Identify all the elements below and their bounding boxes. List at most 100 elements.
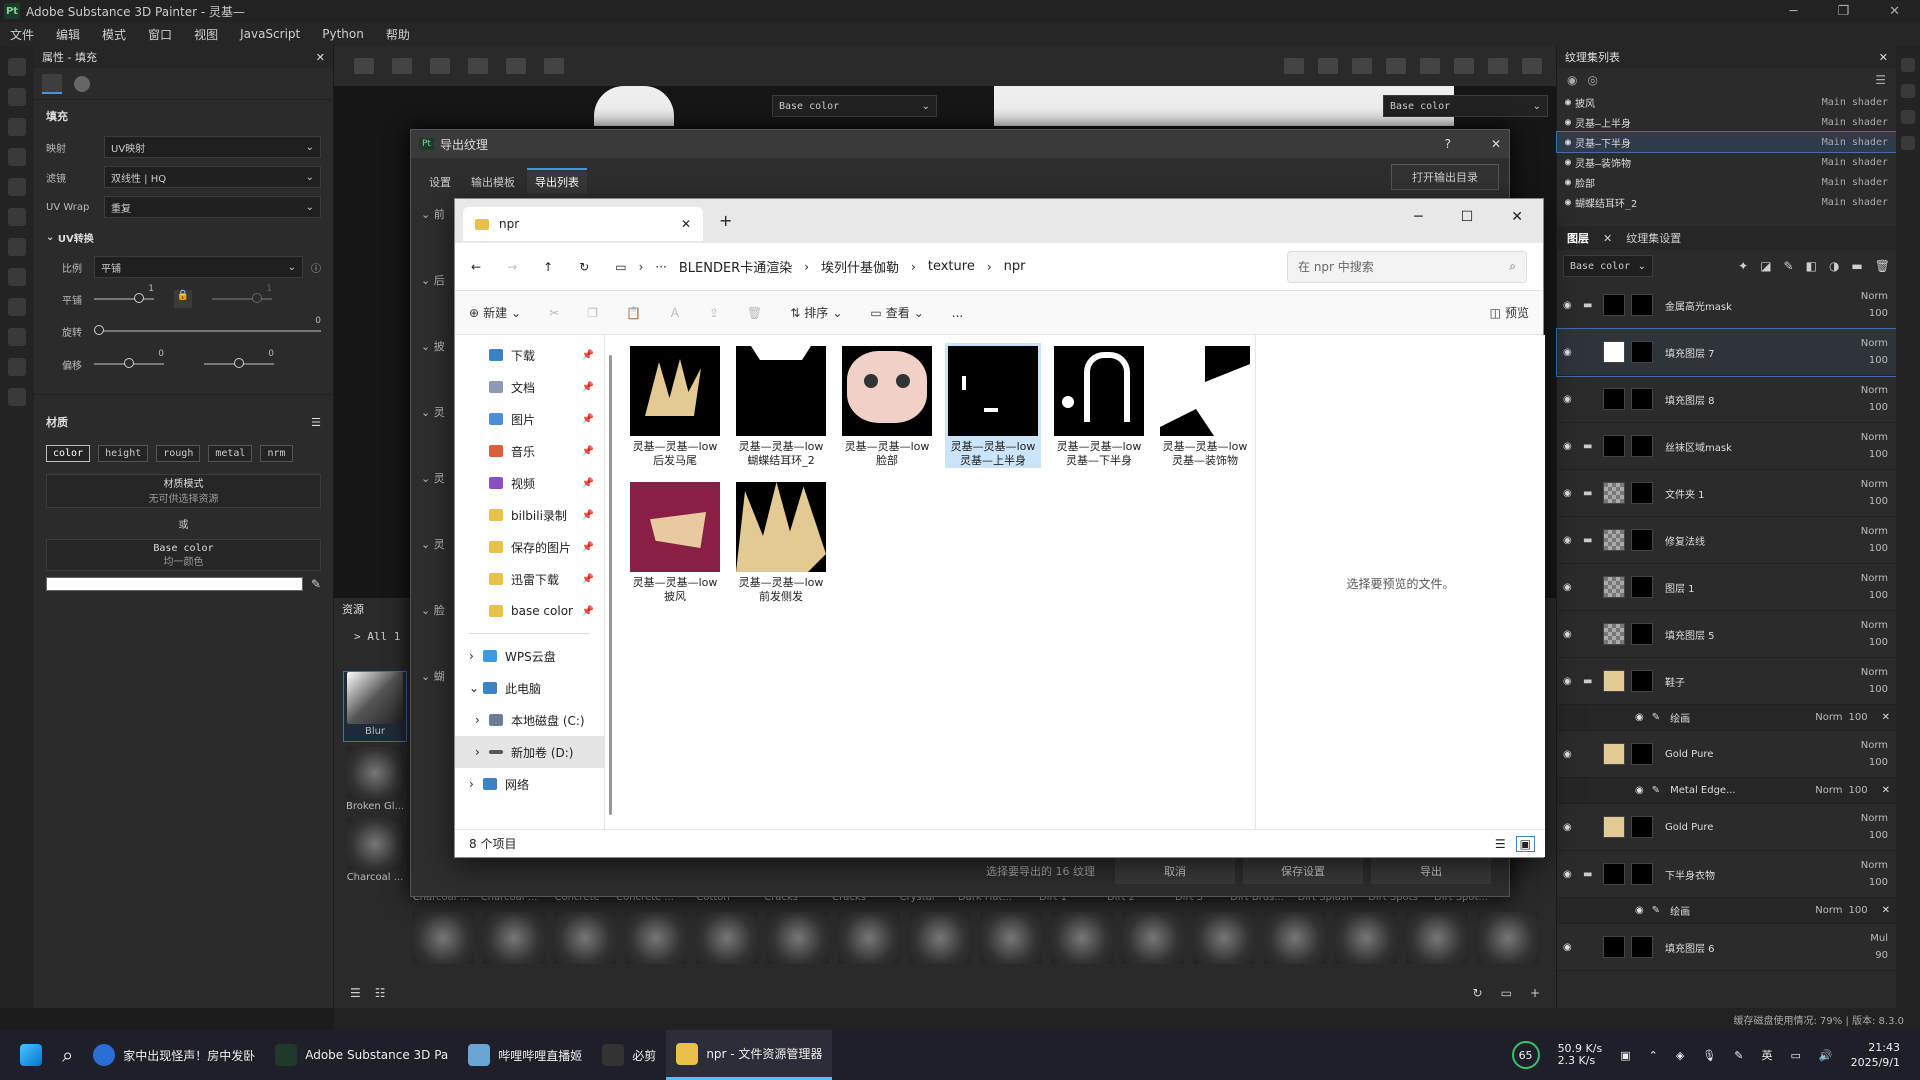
tile-slider-2[interactable] <box>212 293 272 303</box>
menu-window[interactable]: 窗口 <box>148 26 172 43</box>
layer-opacity[interactable]: 100 <box>1861 352 1888 369</box>
nav-quick-item[interactable]: 迅雷下载 📌 <box>455 563 604 595</box>
preview-button[interactable]: ◫ 预览 <box>1490 304 1529 321</box>
info-icon[interactable]: ⓘ <box>311 260 321 275</box>
temperature-badge[interactable]: 65 <box>1511 1041 1540 1069</box>
folder-icon[interactable]: ▬ <box>1851 259 1862 273</box>
brush-broken-glass[interactable]: Broken Gl... <box>344 747 406 812</box>
close-icon[interactable]: ✕ <box>1603 232 1612 245</box>
add-icon[interactable]: + <box>1530 986 1540 1000</box>
menu-help[interactable]: 帮助 <box>386 26 410 43</box>
delete-icon[interactable]: 🗑 <box>1875 259 1890 273</box>
split-view-icon[interactable] <box>1352 58 1372 74</box>
render-icon[interactable] <box>8 358 26 376</box>
rotate-slider[interactable] <box>94 325 321 335</box>
layer-blend-mode[interactable]: Norm <box>1815 712 1842 723</box>
eye-icon[interactable]: ◉ <box>1565 137 1571 148</box>
material-mode-slot[interactable]: 材质模式 无可供选择资源 <box>46 474 321 508</box>
layer-blend-mode[interactable]: Norm <box>1861 335 1888 352</box>
new-button[interactable]: ⊕ 新建 ⌄ <box>469 304 521 321</box>
viewport-channel-left[interactable]: Base color ⌄ <box>772 95 937 117</box>
close-icon[interactable]: ✕ <box>316 51 325 64</box>
close-button[interactable]: ✕ <box>1511 209 1523 225</box>
crumb-npr[interactable]: npr <box>1004 259 1026 274</box>
close-icon[interactable]: ✕ <box>1882 712 1890 723</box>
search-button[interactable]: ⌕ <box>52 1030 83 1080</box>
forward-icon[interactable]: → <box>507 260 517 274</box>
channel-metal-toggle[interactable]: metal <box>208 445 253 462</box>
color-swatch[interactable] <box>46 577 303 591</box>
layer-opacity[interactable]: 100 <box>1861 827 1888 844</box>
eye-icon[interactable]: ◉ <box>1565 157 1571 168</box>
close-button[interactable]: ✕ <box>1889 4 1900 19</box>
file-item[interactable]: 灵基—灵基—low 灵基—上半身 <box>945 343 1041 468</box>
mask-icon[interactable]: ◪ <box>1760 259 1771 273</box>
layout-icon[interactable] <box>392 58 412 74</box>
nav-quick-item[interactable]: 文档 📌 <box>455 371 604 403</box>
layer-blend-mode[interactable]: Norm <box>1861 476 1888 493</box>
eye-icon[interactable]: ◉ <box>1563 942 1583 953</box>
folder-icon[interactable]: ▬ <box>1583 869 1603 880</box>
menu-view[interactable]: 视图 <box>194 26 218 43</box>
picker-icon[interactable] <box>8 238 26 256</box>
tab-export-list[interactable]: 导出列表 <box>527 168 587 194</box>
viewport-channel-right[interactable]: Base color ⌄ <box>1383 95 1548 117</box>
nav-drive-c[interactable]: › 本地磁盘 (C:) <box>455 704 604 736</box>
camera-icon[interactable] <box>1420 58 1440 74</box>
folder-icon[interactable]: ▬ <box>1583 300 1603 311</box>
nav-quick-item[interactable]: 图片 📌 <box>455 403 604 435</box>
layer-opacity[interactable]: 100 <box>1861 874 1888 891</box>
base-color-slot[interactable]: Base color 均一颜色 <box>46 539 321 571</box>
eye-icon[interactable]: ◉ <box>1565 97 1571 108</box>
share-icon[interactable] <box>8 328 26 346</box>
eraser-icon[interactable] <box>8 88 26 106</box>
eye-icon[interactable]: ◉ <box>1563 300 1583 311</box>
offset-slider[interactable] <box>94 358 164 368</box>
export-group-header[interactable]: ⌄ 灵 <box>415 470 455 536</box>
help-icon[interactable]: ? <box>1445 137 1451 151</box>
nav-quick-item[interactable]: 保存的图片 📌 <box>455 531 604 563</box>
pen-icon[interactable]: ✎ <box>1734 1049 1743 1062</box>
textureset-item[interactable]: ◉ 脸部 Main shader <box>1557 172 1896 192</box>
eye-icon[interactable]: ◉ <box>1563 749 1583 760</box>
layer-row[interactable]: ◉ ▬ 下半身衣物 Norm 100 <box>1557 851 1896 898</box>
cube-icon[interactable] <box>1386 58 1406 74</box>
eye-outline-icon[interactable]: ◎ <box>1587 73 1597 87</box>
layer-row[interactable]: ◉ 填充图层 7 Norm 100 <box>1556 328 1897 377</box>
search-input[interactable]: 在 npr 中搜索 <box>1298 258 1374 275</box>
eye-icon[interactable]: ◉ <box>1563 441 1583 452</box>
menu-icon[interactable]: ☰ <box>311 416 321 429</box>
mirror-icon[interactable] <box>430 58 450 74</box>
textureset-item[interactable]: ◉ 披风 Main shader <box>1557 92 1896 112</box>
taskbar-app-explorer[interactable]: npr - 文件资源管理器 <box>666 1030 833 1080</box>
menu-file[interactable]: 文件 <box>10 26 34 43</box>
tab-settings[interactable]: 设置 <box>421 170 459 194</box>
layer-effect-row[interactable]: ◉ ✎ 绘画 Norm 100 ✕ <box>1557 898 1896 924</box>
refresh-icon[interactable]: ↻ <box>1473 986 1483 1000</box>
history-icon[interactable] <box>544 58 564 74</box>
eye-icon[interactable]: ◉ <box>1563 347 1583 358</box>
tab-npr[interactable]: npr ✕ <box>463 207 703 241</box>
textureset-item[interactable]: ◉ 灵基—下半身 Main shader <box>1556 131 1897 153</box>
scale-dropdown[interactable]: 平铺 ⌄ <box>94 256 303 278</box>
layer-blend-mode[interactable]: Mul <box>1870 930 1888 947</box>
export-icon[interactable] <box>8 298 26 316</box>
eye-icon[interactable]: ◉ <box>1563 629 1583 640</box>
nav-wps[interactable]: › WPS云盘 <box>455 640 604 672</box>
shader-icon[interactable] <box>1901 58 1915 72</box>
export-group-header[interactable]: ⌄ 脸 <box>415 602 455 668</box>
thumbnail-view-icon[interactable]: ▣ <box>1515 835 1535 852</box>
delete-icon[interactable]: 🗑 <box>747 306 762 320</box>
filter-dropdown[interactable]: 双线性 | HQ ⌄ <box>104 166 321 188</box>
layer-opacity[interactable]: 100 <box>1861 399 1888 416</box>
menu-javascript[interactable]: JavaScript <box>240 27 300 41</box>
layer-blend-mode[interactable]: Norm <box>1815 785 1842 796</box>
paint-brush-icon[interactable] <box>8 58 26 76</box>
frame-icon[interactable] <box>506 58 526 74</box>
taskbar-app-bijian[interactable]: 必剪 <box>592 1030 666 1080</box>
microphone-icon[interactable]: 🎙 <box>1702 1049 1716 1062</box>
file-item[interactable]: 灵基—灵基—low 前发侧发 <box>733 479 829 604</box>
export-group-header[interactable]: ⌄ 蝴 <box>415 668 455 734</box>
minimize-button[interactable]: ─ <box>1414 209 1422 225</box>
fill-layer-icon[interactable]: ◧ <box>1806 259 1817 273</box>
